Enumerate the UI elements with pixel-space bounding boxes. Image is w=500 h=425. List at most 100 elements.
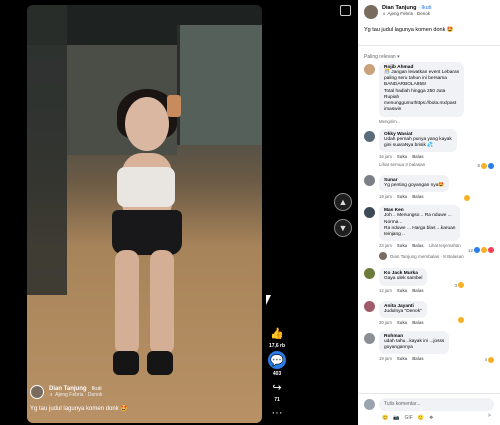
comment-item: Mas Ken Joh .. Menungso .. Ra nduwe ... …: [358, 205, 500, 254]
comment-bubble: Mas Ken Joh .. Menungso .. Ra nduwe ... …: [379, 205, 461, 242]
video-player[interactable]: [27, 5, 262, 423]
translate-link[interactable]: Lihat terjemahan: [429, 243, 461, 248]
comment-list: Rojib Ahmad 🎊 Jangan lewatkan event Leba…: [358, 58, 500, 393]
author-replied-text: Dian Tanjung membalas · 8 Balasan: [390, 253, 464, 259]
gif-icon[interactable]: GIF: [404, 415, 412, 421]
composer-tools: 😊 📷 GIF 🙂 ❖: [364, 415, 494, 421]
person-leg-left: [115, 250, 139, 355]
like-comment-button[interactable]: Suka: [397, 320, 407, 325]
comment-icon[interactable]: 💬: [268, 351, 286, 369]
comment-text: udah tahu...kayak ini ...josss goyangann…: [384, 338, 445, 350]
previous-video-button[interactable]: ▲: [334, 193, 352, 211]
send-icon[interactable]: ➤: [487, 412, 492, 419]
video-mirror: [27, 5, 67, 295]
person-shorts: [112, 210, 182, 255]
like-reaction-icon: [474, 247, 480, 254]
comment-item: Sunar Yg penting goyangan nya🤩 19 jam Su…: [358, 173, 500, 202]
haha-reaction-icon: [481, 247, 487, 254]
reply-comment-button[interactable]: Balas: [412, 154, 423, 159]
person-phone: [167, 95, 181, 117]
comment-item: Rohman udah tahu...kayak ini ...josss go…: [358, 330, 500, 363]
love-reaction-icon: [488, 247, 494, 254]
panel-caption: Yg tau judul lagunya komen donk 🤩: [364, 27, 454, 33]
reply-comment-button[interactable]: Balas: [412, 320, 423, 325]
author-avatar[interactable]: [30, 385, 44, 399]
panel-music-label[interactable]: ♬ Ajeng Febria · Denok: [382, 11, 431, 16]
commenter-avatar[interactable]: [364, 300, 375, 312]
comment-bubble: Ko Jack Murka Gaya ulek sambel: [379, 268, 428, 286]
mouse-cursor-icon: [266, 295, 271, 305]
music-label[interactable]: ♬ Ajeng Febria · Denok: [49, 392, 102, 398]
comment-reactions[interactable]: 12: [467, 247, 494, 254]
like-comment-button[interactable]: Suka: [397, 154, 407, 159]
collapse-panel-icon[interactable]: [340, 5, 351, 16]
commenter-avatar[interactable]: [364, 332, 375, 344]
comment-reactions[interactable]: [458, 316, 464, 323]
avatar-sticker-icon[interactable]: ❖: [429, 415, 433, 421]
comment-text: Judulnya "Denok": [384, 308, 422, 314]
comment-time: 16 jam: [379, 154, 392, 160]
like-reaction-icon: [488, 162, 494, 169]
comment-text: Joh .. Menungso .. Ra nduwe ... Norma ..…: [384, 213, 456, 238]
comment-bubble: Rojib Ahmad 🎊 Jangan lewatkan event Leba…: [379, 62, 465, 117]
comment-reactions[interactable]: 5: [477, 162, 494, 169]
commenter-avatar[interactable]: [364, 175, 375, 187]
like-icon[interactable]: 👍: [269, 325, 285, 341]
haha-reaction-icon: [464, 195, 470, 202]
haha-reaction-icon: [458, 316, 464, 323]
emoji-icon[interactable]: 😊: [382, 415, 388, 421]
comment-bubble: Anita Jayanti Judulnya "Denok": [379, 300, 427, 318]
current-user-avatar: [364, 399, 375, 410]
commenter-avatar[interactable]: [364, 64, 375, 75]
reaction-count: 12: [467, 247, 473, 253]
comment-item: Ko Jack Murka Gaya ulek sambel 12 jam Su…: [358, 266, 500, 293]
panel-header: Dian Tanjung · Ikuti ♬ Ajeng Febria · De…: [358, 0, 500, 33]
reply-comment-button[interactable]: Balas: [412, 194, 423, 199]
reply-comment-button[interactable]: Balas: [412, 356, 423, 361]
comment-reactions[interactable]: [464, 195, 470, 202]
panel-author-avatar[interactable]: [364, 5, 378, 19]
haha-reaction-icon: [488, 356, 494, 363]
person-head: [125, 97, 169, 151]
comment-time: 19 jam: [379, 356, 392, 362]
like-count: 17,6 rb: [268, 343, 286, 349]
comments-panel: Dian Tanjung · Ikuti ♬ Ajeng Febria · De…: [358, 0, 500, 425]
comment-time: 12 jam: [379, 287, 392, 293]
more-icon[interactable]: ···: [269, 405, 285, 421]
comment-text: 🎊 Jangan lewatkan event Lebaran paling s…: [384, 70, 460, 113]
comment-input[interactable]: Tulis komentar...: [379, 398, 494, 411]
like-comment-button[interactable]: Suka: [397, 356, 407, 361]
like-comment-button[interactable]: Suka: [397, 243, 407, 248]
comment-item: Okky Wasiat Udah pernah punya yang kayak…: [358, 128, 500, 169]
comment-bubble: Okky Wasiat Udah pernah punya yang kayak…: [379, 128, 457, 153]
share-count: 71: [274, 397, 280, 403]
comment-item: Anita Jayanti Judulnya "Denok" 20 jam Su…: [358, 299, 500, 325]
reply-author-avatar: [379, 252, 387, 261]
comment-time: 20 jam: [379, 319, 392, 325]
next-video-button[interactable]: ▼: [334, 219, 352, 237]
comment-bubble: Rohman udah tahu...kayak ini ...josss go…: [379, 330, 450, 355]
comment-count: 403: [272, 371, 282, 377]
comment-text: Gaya ulek sambel: [384, 276, 423, 282]
video-stage: Dian Tanjung Ikuti ♬ Ajeng Febria · Deno…: [0, 0, 358, 425]
commenter-avatar[interactable]: [364, 268, 375, 280]
reply-comment-button[interactable]: Balas: [412, 288, 423, 293]
like-comment-button[interactable]: Suka: [397, 194, 407, 199]
camera-icon[interactable]: 📷: [393, 415, 399, 421]
reply-comment-button[interactable]: Balas: [412, 243, 423, 248]
reaction-count: 5: [477, 163, 480, 169]
comment-time: 23 jam: [379, 243, 392, 249]
like-comment-button[interactable]: Suka: [397, 288, 407, 293]
video-window: [177, 25, 262, 145]
person-top: [117, 167, 175, 207]
sticker-icon[interactable]: 🙂: [418, 415, 424, 421]
comment-reactions[interactable]: 3: [454, 282, 464, 289]
person-shoe-right: [147, 351, 173, 375]
author-replied-link[interactable]: Dian Tanjung membalas · 8 Balasan: [358, 252, 500, 261]
video-caption: Yg tau judul lagunya komen donk 🤩: [30, 406, 128, 412]
commenter-avatar[interactable]: [364, 130, 375, 142]
commenter-avatar[interactable]: [364, 207, 375, 219]
reaction-count: 4: [484, 357, 487, 363]
share-icon[interactable]: ↪: [269, 379, 285, 395]
comment-reactions[interactable]: 4: [484, 356, 494, 363]
